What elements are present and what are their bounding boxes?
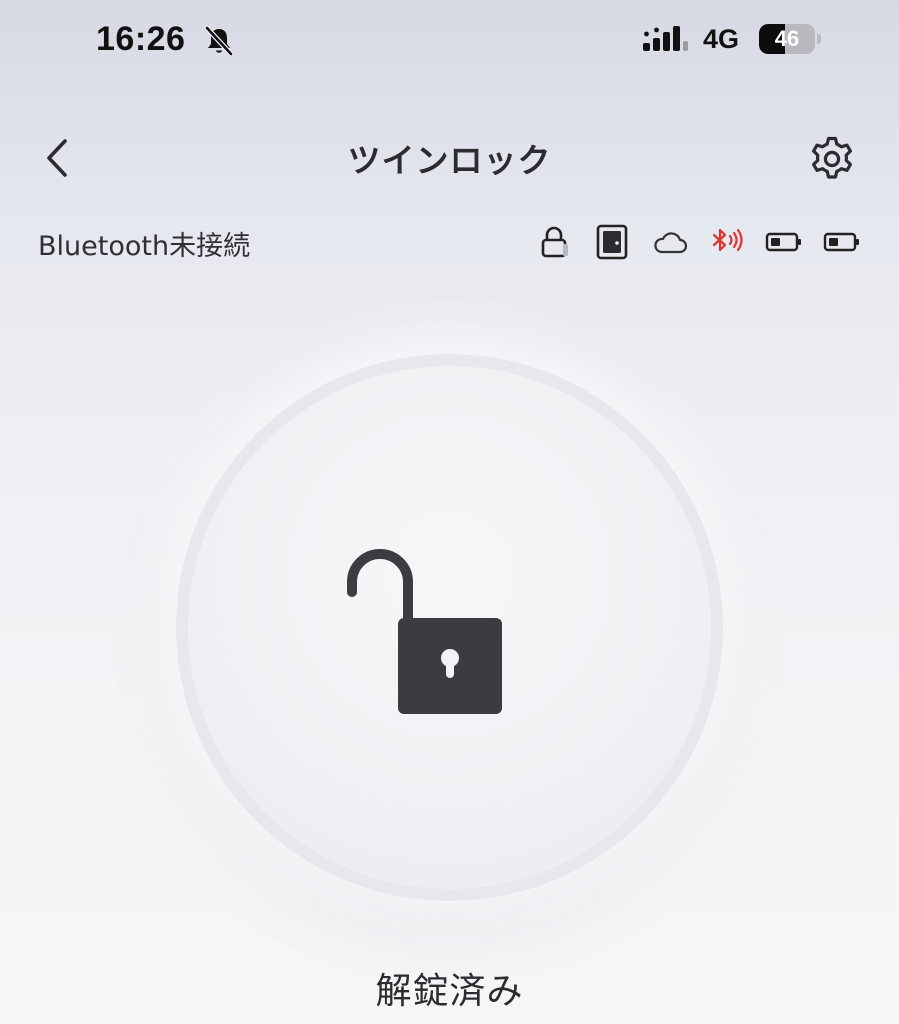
door-icon — [596, 224, 628, 260]
lock-state-label: 解錠済み — [375, 971, 524, 1012]
bluetooth-icon — [712, 228, 743, 252]
battery-icon — [823, 232, 859, 252]
status-bar: 16:26 4G 46 — [0, 0, 899, 80]
chevron-left-icon — [47, 139, 67, 177]
signal-icon — [643, 26, 688, 51]
unlocked-padlock-icon — [347, 549, 502, 714]
cloud-icon — [654, 232, 688, 254]
lock-status-icon — [541, 226, 568, 258]
status-time: 16:26 — [96, 20, 186, 58]
connection-status: Bluetooth未接続 — [38, 231, 251, 262]
battery-level: 46 — [774, 26, 800, 51]
gear-icon — [812, 136, 852, 179]
battery-icon — [765, 232, 801, 252]
page-title: ツインロック — [347, 141, 552, 180]
settings-button[interactable] — [804, 131, 860, 187]
bell-slash-icon — [204, 25, 234, 57]
battery-indicator: 46 — [759, 24, 821, 54]
back-button[interactable] — [30, 128, 86, 188]
network-type: 4G — [703, 24, 740, 54]
